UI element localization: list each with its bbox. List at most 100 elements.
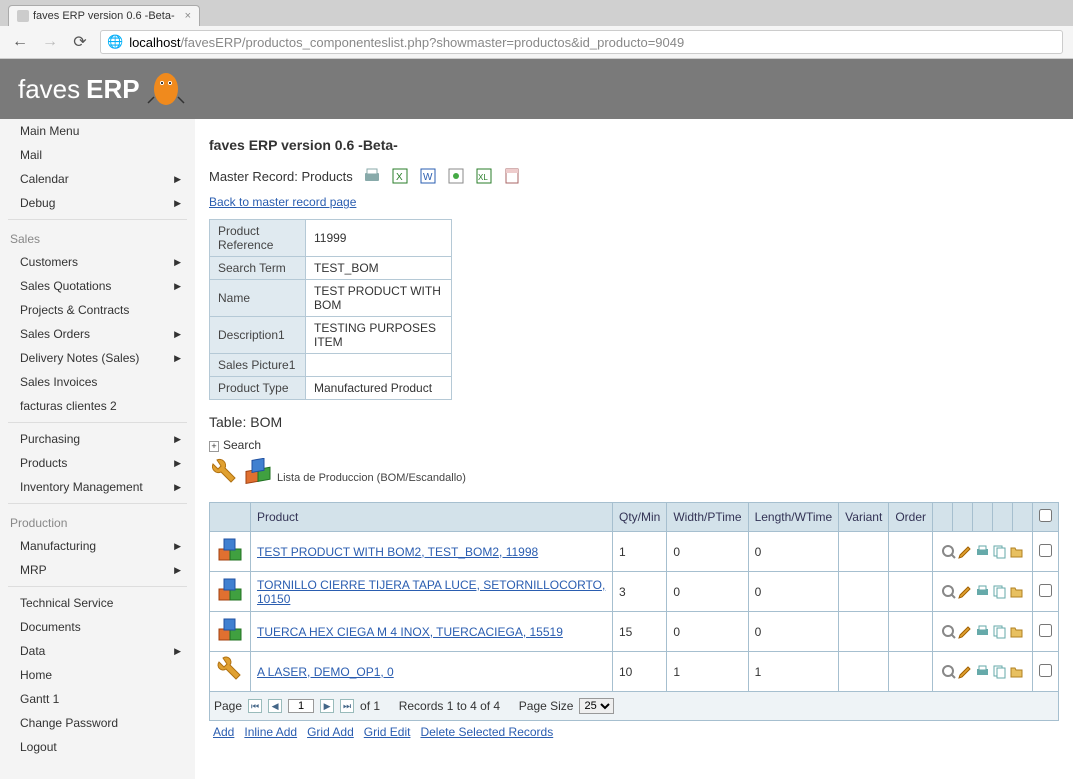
- row-checkbox[interactable]: [1039, 544, 1052, 557]
- length-cell: 0: [748, 532, 839, 572]
- row-checkbox[interactable]: [1039, 584, 1052, 597]
- pager-prev-icon[interactable]: ◀: [268, 699, 282, 713]
- tab-row: faves ERP version 0.6 -Beta- ×: [0, 0, 1073, 26]
- export-pdf-icon[interactable]: [503, 167, 521, 185]
- column-header[interactable]: Length/WTime: [748, 503, 839, 532]
- copy-icon[interactable]: [992, 584, 1007, 599]
- edit-icon[interactable]: [958, 624, 973, 639]
- view-icon[interactable]: [941, 544, 956, 559]
- sidebar-item-facturas-clientes-2[interactable]: facturas clientes 2: [0, 394, 195, 418]
- pager-last-icon[interactable]: ⏭: [340, 699, 354, 713]
- sidebar-item-inventory-management[interactable]: Inventory Management▶: [0, 475, 195, 499]
- view-icon[interactable]: [941, 584, 956, 599]
- folder-icon[interactable]: [1009, 624, 1024, 639]
- logo-mascot-icon: [146, 69, 186, 109]
- print-icon[interactable]: [975, 584, 990, 599]
- footer-action-inline-add[interactable]: Inline Add: [244, 725, 297, 739]
- tab-title: faves ERP version 0.6 -Beta-: [33, 10, 175, 22]
- pager-size-select[interactable]: 25: [579, 698, 614, 714]
- view-icon[interactable]: [941, 664, 956, 679]
- qty-cell: 1: [613, 532, 667, 572]
- back-to-master-link[interactable]: Back to master record page: [209, 195, 356, 209]
- sidebar-item-delivery-notes-sales-[interactable]: Delivery Notes (Sales)▶: [0, 346, 195, 370]
- record-label: Search Term: [210, 257, 306, 280]
- print-icon[interactable]: [975, 624, 990, 639]
- chevron-right-icon: ▶: [174, 198, 181, 209]
- select-all-checkbox[interactable]: [1039, 509, 1052, 522]
- export-word-icon[interactable]: W: [419, 167, 437, 185]
- sidebar-item-customers[interactable]: Customers▶: [0, 250, 195, 274]
- pager-first-icon[interactable]: ⏮: [248, 699, 262, 713]
- browser-tab[interactable]: faves ERP version 0.6 -Beta- ×: [8, 5, 200, 26]
- sidebar-item-calendar[interactable]: Calendar▶: [0, 167, 195, 191]
- reload-button[interactable]: ⟳: [70, 32, 90, 52]
- column-header[interactable]: [210, 503, 251, 532]
- forward-button: →: [40, 32, 60, 52]
- sidebar-item-manufacturing[interactable]: Manufacturing▶: [0, 534, 195, 558]
- url-bar[interactable]: 🌐 localhost/favesERP/productos_component…: [100, 30, 1063, 54]
- sidebar-item-mail[interactable]: Mail: [0, 143, 195, 167]
- pager-next-icon[interactable]: ▶: [320, 699, 334, 713]
- sidebar-item-label: Calendar: [20, 172, 69, 186]
- copy-icon[interactable]: [992, 624, 1007, 639]
- pager: Page ⏮ ◀ ▶ ⏭ of 1 Records 1 to 4 of 4 Pa…: [209, 692, 1059, 721]
- sidebar-item-purchasing[interactable]: Purchasing▶: [0, 427, 195, 451]
- sidebar-item-products[interactable]: Products▶: [0, 451, 195, 475]
- sidebar-item-logout[interactable]: Logout: [0, 735, 195, 759]
- footer-action-add[interactable]: Add: [213, 725, 234, 739]
- edit-icon[interactable]: [958, 544, 973, 559]
- pager-page-input[interactable]: [288, 699, 314, 713]
- globe-icon: 🌐: [107, 34, 123, 50]
- sidebar-item-label: Projects & Contracts: [20, 303, 129, 317]
- sidebar-item-sales-invoices[interactable]: Sales Invoices: [0, 370, 195, 394]
- sidebar-item-data[interactable]: Data▶: [0, 639, 195, 663]
- svg-text:X: X: [396, 172, 403, 183]
- export-print-icon[interactable]: [363, 167, 381, 185]
- column-header[interactable]: Product: [251, 503, 613, 532]
- tab-favicon-icon: [17, 10, 29, 22]
- copy-icon[interactable]: [992, 544, 1007, 559]
- column-header[interactable]: Width/PTime: [667, 503, 748, 532]
- edit-icon[interactable]: [958, 664, 973, 679]
- export-csv-icon[interactable]: [447, 167, 465, 185]
- copy-icon[interactable]: [992, 664, 1007, 679]
- sidebar-item-projects-contracts[interactable]: Projects & Contracts: [0, 298, 195, 322]
- product-link[interactable]: TUERCA HEX CIEGA M 4 INOX, TUERCACIEGA, …: [257, 625, 563, 639]
- sidebar-item-sales-quotations[interactable]: Sales Quotations▶: [0, 274, 195, 298]
- sidebar-item-home[interactable]: Home: [0, 663, 195, 687]
- back-button[interactable]: ←: [10, 32, 30, 52]
- sidebar-item-sales-orders[interactable]: Sales Orders▶: [0, 322, 195, 346]
- tab-close-icon[interactable]: ×: [185, 10, 191, 22]
- product-link[interactable]: A LASER, DEMO_OP1, 0: [257, 665, 394, 679]
- column-header[interactable]: Qty/Min: [613, 503, 667, 532]
- row-checkbox[interactable]: [1039, 624, 1052, 637]
- sidebar-item-change-password[interactable]: Change Password: [0, 711, 195, 735]
- print-icon[interactable]: [975, 664, 990, 679]
- folder-icon[interactable]: [1009, 664, 1024, 679]
- product-link[interactable]: TORNILLO CIERRE TIJERA TAPA LUCE, SETORN…: [257, 578, 605, 606]
- sidebar-item-mrp[interactable]: MRP▶: [0, 558, 195, 582]
- column-header[interactable]: Variant: [839, 503, 889, 532]
- sidebar-item-technical-service[interactable]: Technical Service: [0, 591, 195, 615]
- export-excel-icon[interactable]: X: [391, 167, 409, 185]
- folder-icon[interactable]: [1009, 584, 1024, 599]
- print-icon[interactable]: [975, 544, 990, 559]
- folder-icon[interactable]: [1009, 544, 1024, 559]
- export-xml-icon[interactable]: XL: [475, 167, 493, 185]
- chevron-right-icon: ▶: [174, 434, 181, 445]
- product-link[interactable]: TEST PRODUCT WITH BOM2, TEST_BOM2, 11998: [257, 545, 538, 559]
- row-checkbox[interactable]: [1039, 664, 1052, 677]
- footer-action-grid-add[interactable]: Grid Add: [307, 725, 354, 739]
- footer-action-grid-edit[interactable]: Grid Edit: [364, 725, 411, 739]
- sidebar-item-gantt-1[interactable]: Gantt 1: [0, 687, 195, 711]
- search-toggle[interactable]: +Search: [209, 438, 1059, 452]
- footer-action-delete-selected-records[interactable]: Delete Selected Records: [420, 725, 553, 739]
- edit-icon[interactable]: [958, 584, 973, 599]
- chevron-right-icon: ▶: [174, 646, 181, 657]
- view-icon[interactable]: [941, 624, 956, 639]
- sidebar-item-main-menu[interactable]: Main Menu: [0, 119, 195, 143]
- column-header[interactable]: Order: [889, 503, 933, 532]
- sidebar-item-label: Inventory Management: [20, 480, 143, 494]
- sidebar-item-documents[interactable]: Documents: [0, 615, 195, 639]
- sidebar-item-debug[interactable]: Debug▶: [0, 191, 195, 215]
